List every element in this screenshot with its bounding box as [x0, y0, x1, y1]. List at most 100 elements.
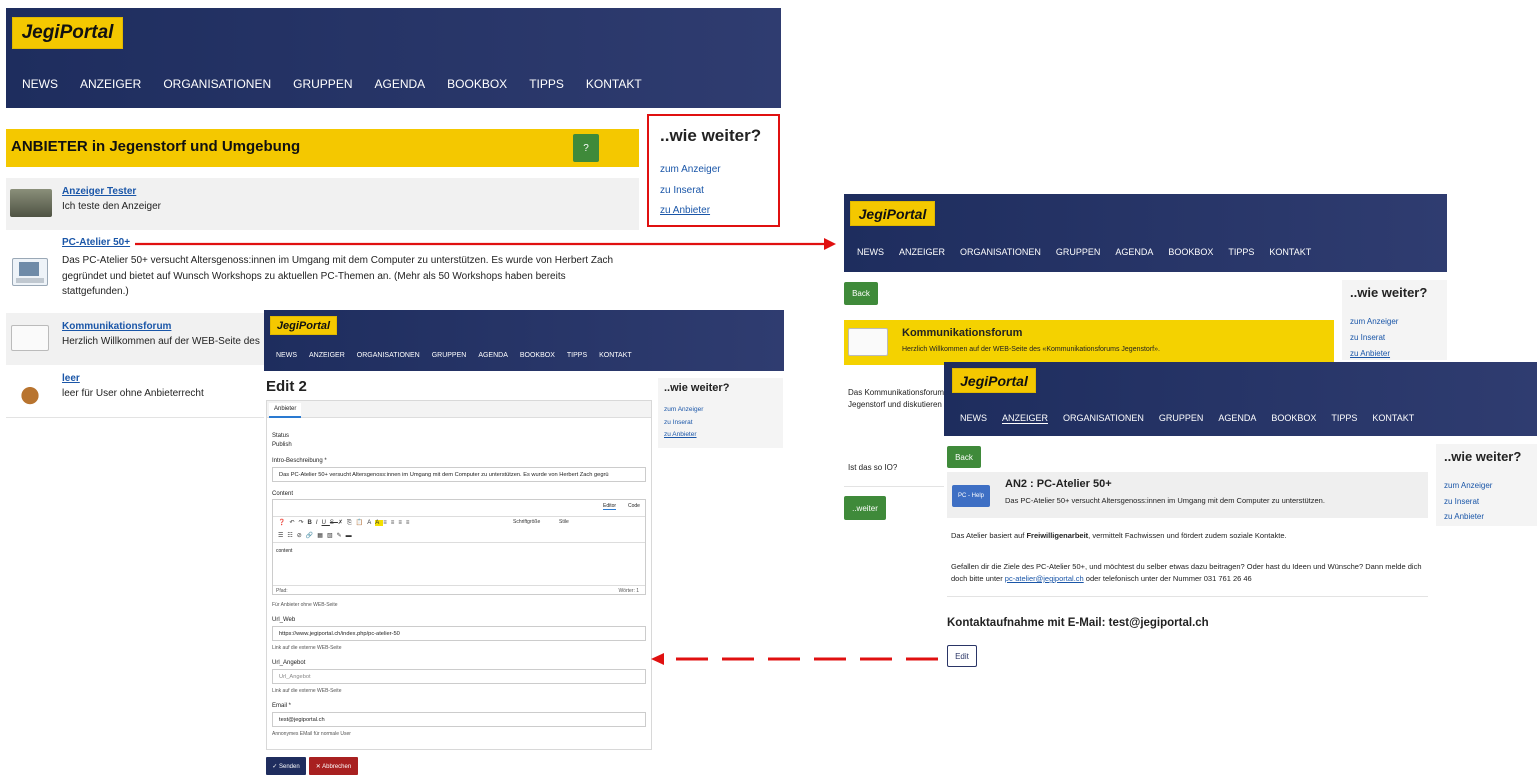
- status-value: Publish: [272, 442, 292, 448]
- nav-tipps[interactable]: TIPPS: [567, 352, 587, 359]
- back-button[interactable]: Back: [947, 446, 981, 468]
- link-icon[interactable]: 🔗: [306, 533, 317, 539]
- link-zum-anzeiger[interactable]: zum Anzeiger: [660, 160, 721, 181]
- item-title-link[interactable]: Anzeiger Tester: [62, 186, 136, 197]
- nav-bookbox[interactable]: BOOKBOX: [520, 352, 555, 359]
- nav-news[interactable]: NEWS: [22, 77, 58, 91]
- nav-bookbox[interactable]: BOOKBOX: [447, 77, 507, 91]
- bullet-list-icon[interactable]: ☷: [287, 533, 296, 539]
- intro-label: Intro-Beschreibung *: [272, 458, 327, 464]
- nav-gruppen[interactable]: GRUPPEN: [432, 352, 467, 359]
- email-input[interactable]: test@jegiportal.ch: [272, 712, 646, 727]
- url-angebot-input[interactable]: Url_Angebot: [272, 669, 646, 684]
- editor-content[interactable]: content: [276, 548, 292, 554]
- email-link[interactable]: pc-atelier@jegiportal.ch: [1005, 574, 1084, 583]
- intro-input[interactable]: Das PC-Atelier 50+ versucht Altersgenoss…: [272, 467, 646, 482]
- item-title-link[interactable]: leer: [62, 373, 80, 384]
- nav-news[interactable]: NEWS: [857, 247, 884, 257]
- nav-bookbox[interactable]: BOOKBOX: [1271, 413, 1316, 424]
- link-zu-inserat[interactable]: zu Inserat: [664, 417, 703, 430]
- align-left-icon[interactable]: ≡: [383, 520, 391, 526]
- nav-news[interactable]: NEWS: [960, 413, 987, 424]
- underline-icon[interactable]: U: [322, 520, 330, 526]
- nav-kontakt[interactable]: KONTAKT: [599, 352, 632, 359]
- logo[interactable]: JegiPortal: [270, 316, 337, 335]
- edit-button[interactable]: Edit: [947, 645, 977, 667]
- link-zu-inserat[interactable]: zu Inserat: [1444, 494, 1492, 510]
- image-icon[interactable]: ▧: [327, 533, 337, 539]
- paste-icon[interactable]: 📋: [356, 520, 367, 526]
- status-label: Status: [272, 433, 290, 439]
- nav-anzeiger[interactable]: ANZEIGER: [309, 352, 345, 359]
- nav-kontakt[interactable]: KONTAKT: [586, 77, 642, 91]
- wie-weiter-box: ..wie weiter? zum Anzeiger zu Inserat zu…: [658, 378, 783, 448]
- table-icon[interactable]: ▦: [317, 533, 327, 539]
- nav-agenda[interactable]: AGENDA: [1115, 247, 1153, 257]
- nav-organisationen[interactable]: ORGANISATIONEN: [960, 247, 1041, 257]
- nav-agenda[interactable]: AGENDA: [478, 352, 508, 359]
- item-title-link[interactable]: PC-Atelier 50+: [62, 237, 130, 248]
- nav-gruppen[interactable]: GRUPPEN: [293, 77, 352, 91]
- form-card: Anbieter Status Publish Intro-Beschreibu…: [266, 400, 652, 750]
- nav-agenda[interactable]: AGENDA: [374, 77, 425, 91]
- more-icon[interactable]: ▬: [346, 533, 356, 539]
- code-tab[interactable]: Code: [628, 503, 640, 509]
- link-zu-anbieter[interactable]: zu Anbieter: [1350, 346, 1398, 362]
- main-nav: NEWS ANZEIGER ORGANISATIONEN GRUPPEN AGE…: [960, 413, 1414, 424]
- link-zum-anzeiger[interactable]: zum Anzeiger: [1444, 478, 1492, 494]
- copy-icon[interactable]: ⎘: [347, 520, 356, 526]
- nav-anzeiger[interactable]: ANZEIGER: [1002, 413, 1049, 424]
- nav-tipps[interactable]: TIPPS: [529, 77, 564, 91]
- tab-anbieter[interactable]: Anbieter: [269, 403, 302, 418]
- font-size-select[interactable]: Schriftgröße: [513, 519, 555, 525]
- nav-agenda[interactable]: AGENDA: [1218, 413, 1256, 424]
- link-zu-anbieter[interactable]: zu Anbieter: [660, 201, 721, 222]
- item-text: Ich teste den Anzeiger: [62, 201, 161, 212]
- logo[interactable]: JegiPortal: [12, 17, 123, 49]
- nav-news[interactable]: NEWS: [276, 352, 297, 359]
- strike-icon[interactable]: S: [330, 520, 338, 526]
- nav-kontakt[interactable]: KONTAKT: [1269, 247, 1311, 257]
- nav-tipps[interactable]: TIPPS: [1331, 413, 1357, 424]
- item-title-link[interactable]: Kommunikationsforum: [62, 321, 171, 332]
- remove-link-icon[interactable]: ⊘: [297, 533, 306, 539]
- align-right-icon[interactable]: ≡: [398, 520, 406, 526]
- help-icon[interactable]: ❓: [278, 520, 289, 526]
- weiter-button[interactable]: ..weiter: [844, 496, 886, 520]
- link-zum-anzeiger[interactable]: zum Anzeiger: [1350, 314, 1398, 330]
- edit-image-icon[interactable]: ✎: [337, 533, 346, 539]
- nav-tipps[interactable]: TIPPS: [1228, 247, 1254, 257]
- nav-gruppen[interactable]: GRUPPEN: [1159, 413, 1204, 424]
- ordered-list-icon[interactable]: ☰: [278, 533, 287, 539]
- nav-kontakt[interactable]: KONTAKT: [1372, 413, 1414, 424]
- link-zum-anzeiger[interactable]: zum Anzeiger: [664, 404, 703, 417]
- logo[interactable]: JegiPortal: [952, 368, 1036, 393]
- nav-anzeiger[interactable]: ANZEIGER: [80, 77, 141, 91]
- link-zu-inserat[interactable]: zu Inserat: [1350, 330, 1398, 346]
- undo-icon[interactable]: ↶: [289, 520, 298, 526]
- link-zu-anbieter[interactable]: zu Anbieter: [1444, 509, 1492, 525]
- nav-bookbox[interactable]: BOOKBOX: [1168, 247, 1213, 257]
- help-button[interactable]: ?: [573, 134, 599, 162]
- nav-gruppen[interactable]: GRUPPEN: [1056, 247, 1101, 257]
- nav-organisationen[interactable]: ORGANISATIONEN: [163, 77, 271, 91]
- editor-tab[interactable]: Editor: [603, 503, 617, 510]
- url-web-input[interactable]: https://www.jegiportal.ch/index.php/pc-a…: [272, 626, 646, 641]
- nav-anzeiger[interactable]: ANZEIGER: [899, 247, 945, 257]
- kommu-heading-bar: Kommunikationsforum Herzlich Willkommen …: [844, 320, 1334, 365]
- link-zu-inserat[interactable]: zu Inserat: [660, 181, 721, 202]
- send-button[interactable]: ✓ Senden: [266, 757, 306, 775]
- bold-icon[interactable]: B: [308, 520, 316, 526]
- style-select[interactable]: Stile: [559, 519, 599, 525]
- back-button[interactable]: Back: [844, 282, 878, 305]
- nav-organisationen[interactable]: ORGANISATIONEN: [1063, 413, 1144, 424]
- nav-organisationen[interactable]: ORGANISATIONEN: [357, 352, 420, 359]
- clear-format-icon[interactable]: ✗: [338, 520, 347, 526]
- justify-icon[interactable]: ≡: [406, 520, 414, 526]
- cancel-button[interactable]: ✕ Abbrechen: [309, 757, 358, 775]
- wie-weiter-box: ..wie weiter? zum Anzeiger zu Inserat zu…: [1436, 444, 1537, 526]
- link-zu-anbieter[interactable]: zu Anbieter: [664, 429, 703, 442]
- redo-icon[interactable]: ↷: [299, 520, 308, 526]
- logo[interactable]: JegiPortal: [850, 201, 935, 226]
- p1-bold: Freiwilligenarbeit: [1026, 531, 1089, 540]
